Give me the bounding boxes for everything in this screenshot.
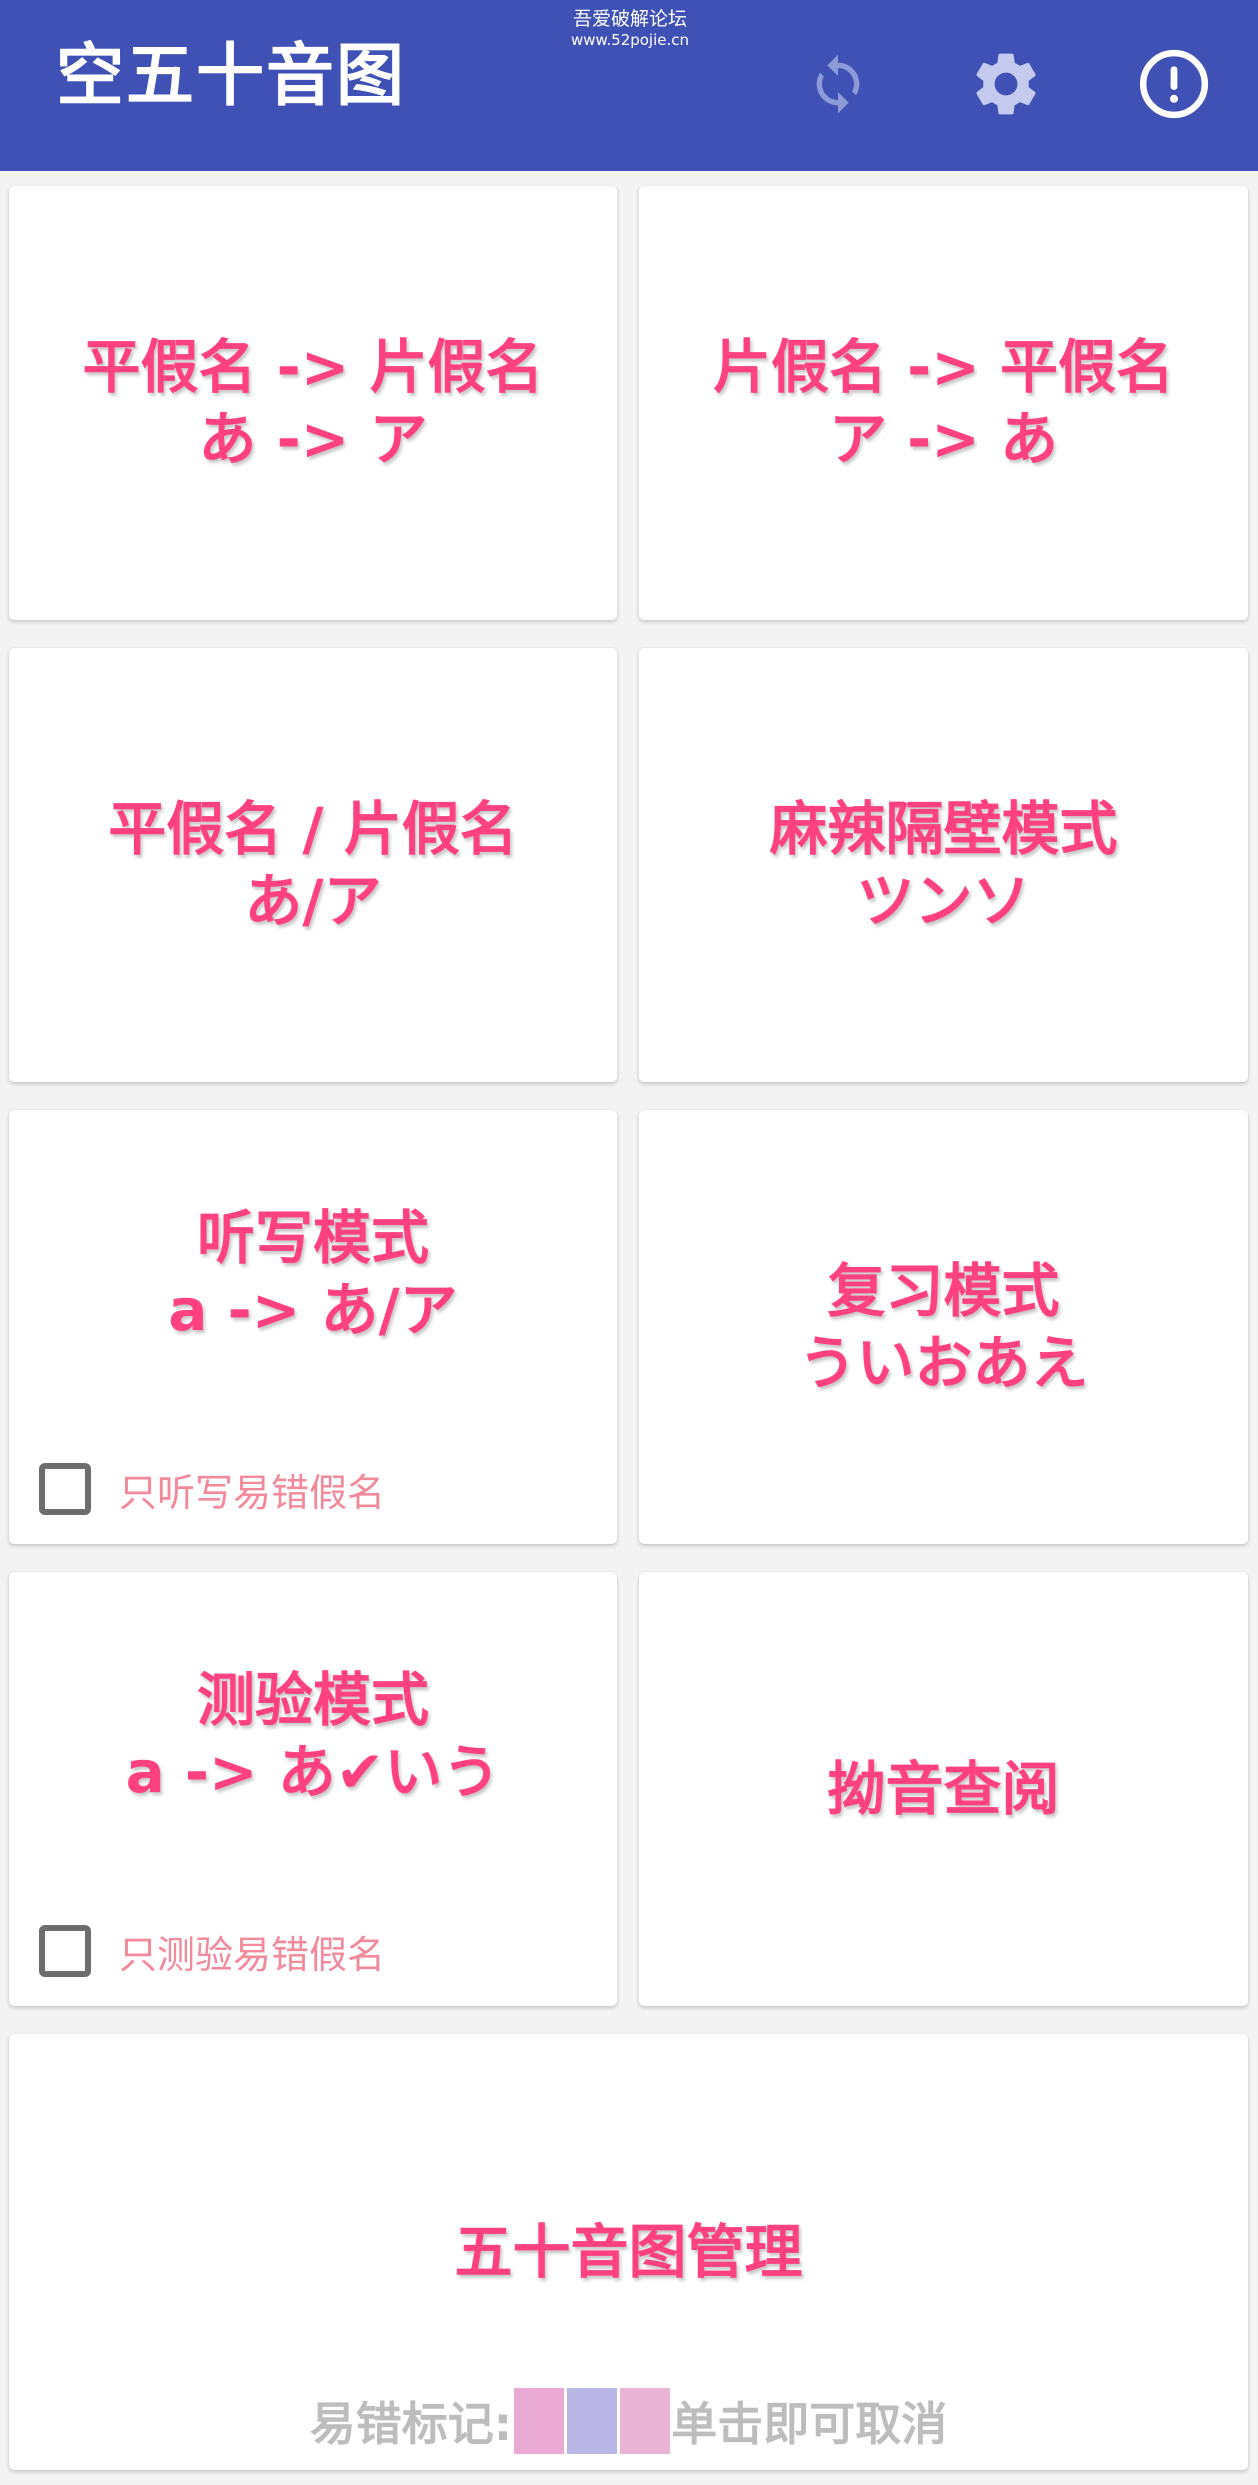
- watermark: 吾爱破解论坛 www.52pojie.cn: [560, 8, 700, 49]
- quiz-mistakes-checkbox[interactable]: [39, 1925, 91, 1977]
- card-label: 拗音查阅: [639, 1753, 1248, 1825]
- quiz-option[interactable]: 只测验易错假名: [39, 1918, 385, 1984]
- card-label: 听写模式 a -> あ/ア: [9, 1202, 617, 1346]
- card-dictation-mode[interactable]: 听写模式 a -> あ/ア 只听写易错假名: [9, 1110, 617, 1544]
- card-youon-lookup[interactable]: 拗音查阅: [639, 1572, 1248, 2006]
- card-label: 测验模式 a -> あ✔いう: [9, 1664, 617, 1808]
- mistake-marker-legend: 易错标记: 单击即可取消: [9, 2388, 1248, 2454]
- card-katakana-to-hiragana[interactable]: 片假名 -> 平假名 ア -> あ: [639, 186, 1248, 620]
- dictation-mistakes-checkbox[interactable]: [39, 1463, 91, 1515]
- card-review-mode[interactable]: 复习模式 ういおあえ: [639, 1110, 1248, 1544]
- quiz-mistakes-label: 只测验易错假名: [119, 1932, 386, 1977]
- watermark-title: 吾爱破解论坛: [572, 8, 687, 30]
- card-tricky-mode[interactable]: 麻辣隔壁模式 ツンソ: [639, 648, 1248, 1082]
- card-quiz-mode[interactable]: 测验模式 a -> あ✔いう 只测验易错假名: [9, 1572, 617, 2006]
- legend-prefix: 易错标记:: [309, 2397, 513, 2451]
- card-label-line1: 麻辣隔壁模式: [769, 795, 1118, 863]
- card-label-line1: 片假名 -> 平假名: [712, 333, 1175, 401]
- card-label: 复习模式 ういおあえ: [639, 1255, 1248, 1399]
- marker-swatch-lavender: [566, 2388, 617, 2454]
- card-label-line1: 复习模式: [827, 1257, 1060, 1325]
- gear-icon: [976, 53, 1036, 115]
- card-label-line1: 平假名 / 片假名: [108, 795, 518, 863]
- card-label: 片假名 -> 平假名 ア -> あ: [639, 331, 1248, 475]
- dictation-option[interactable]: 只听写易错假名: [39, 1456, 385, 1522]
- card-label-line2: ツンソ: [856, 867, 1031, 935]
- app-title: 空五十音图: [56, 37, 407, 116]
- watermark-url: www.52pojie.cn: [570, 30, 690, 49]
- card-label-line1: 测验模式: [196, 1666, 429, 1734]
- refresh-icon: [816, 54, 860, 114]
- card-label-line1: 五十音图管理: [454, 2218, 803, 2286]
- legend-suffix: 单击即可取消: [671, 2397, 948, 2451]
- marker-swatch-pink: [513, 2388, 564, 2454]
- card-label-line2: あ -> ア: [198, 405, 428, 473]
- card-label: 五十音图管理: [9, 2216, 1248, 2288]
- dictation-mistakes-label: 只听写易错假名: [119, 1470, 386, 1515]
- marker-swatch-rose: [619, 2388, 670, 2454]
- card-label-line2: a -> あ✔いう: [125, 1738, 501, 1806]
- card-hiragana-katakana[interactable]: 平假名 / 片假名 あ/ア: [9, 648, 617, 1082]
- settings-button[interactable]: [956, 34, 1056, 134]
- card-label-line2: あ/ア: [244, 867, 382, 935]
- card-hiragana-to-katakana[interactable]: 平假名 -> 片假名 あ -> ア: [9, 186, 617, 620]
- card-gojuon-management[interactable]: 五十音图管理 易错标记: 单击即可取消: [9, 2034, 1248, 2470]
- info-button[interactable]: [1124, 34, 1224, 134]
- card-label: 麻辣隔壁模式 ツンソ: [639, 793, 1248, 937]
- card-label-line1: 平假名 -> 片假名: [82, 333, 544, 401]
- card-label-line2: ア -> あ: [828, 405, 1059, 473]
- card-label-line2: ういおあえ: [798, 1329, 1089, 1397]
- card-label-line2: a -> あ/ア: [168, 1276, 458, 1344]
- alert-circle-icon: [1139, 49, 1209, 119]
- card-label-line1: 拗音查阅: [827, 1755, 1060, 1823]
- card-label: 平假名 / 片假名 あ/ア: [9, 793, 617, 937]
- card-label: 平假名 -> 片假名 あ -> ア: [9, 331, 617, 475]
- card-label-line1: 听写模式: [196, 1204, 429, 1272]
- app-bar: 空五十音图 吾爱破解论坛 www.52pojie.cn: [0, 0, 1258, 171]
- refresh-button[interactable]: [788, 34, 888, 134]
